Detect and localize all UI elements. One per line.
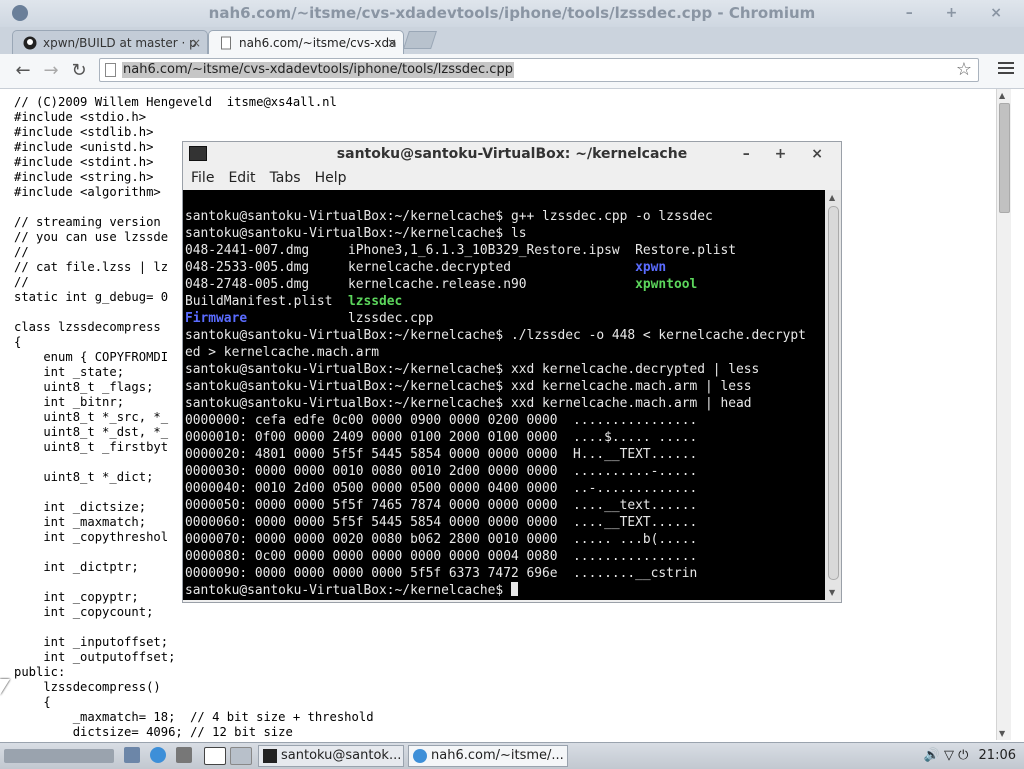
back-arrow-icon[interactable]: ←: [12, 60, 34, 82]
menu-tabs[interactable]: Tabs: [270, 166, 301, 190]
code-line: int _state;: [14, 365, 125, 379]
scroll-up-arrow-icon[interactable]: ▲: [999, 91, 1005, 100]
code-line: int _bitnr;: [14, 395, 125, 409]
code-line: int _inputoffset;: [14, 635, 169, 649]
tab-close-icon[interactable]: ×: [191, 31, 201, 54]
tab-close-icon[interactable]: ×: [387, 31, 397, 54]
start-menu-icon[interactable]: [4, 749, 114, 763]
terminal-menubar: File Edit Tabs Help: [183, 166, 841, 190]
code-line: int _dictsize;: [14, 500, 147, 514]
chromium-icon: [413, 749, 427, 763]
settings-icon[interactable]: [176, 747, 192, 763]
terminal-scrollbar[interactable]: ▲ ▼: [825, 190, 841, 600]
code-line: {: [14, 335, 22, 349]
code-line: uint8_t _flags;: [14, 380, 154, 394]
code-line: lzssdecompress(): [14, 680, 161, 694]
code-line: dictsize= 4096; // 12 bit size: [14, 725, 293, 739]
terminal-icon: [189, 146, 207, 161]
tab-lzssdec[interactable]: nah6.com/~itsme/cvs-xda ×: [208, 30, 404, 54]
browser-window-title: nah6.com/~itsme/cvs-xdadevtools/iphone/t…: [208, 4, 816, 22]
browser-toolbar: ← → ↻ nah6.com/~itsme/cvs-xdadevtools/ip…: [0, 54, 1024, 89]
code-line: int _copythreshol: [14, 530, 169, 544]
code-line: static int g_debug= 0: [14, 290, 169, 304]
system-tray: 🔊 ▽ ⏻ 21:06: [924, 743, 1016, 769]
code-line: #include <stdio.h>: [14, 110, 147, 124]
terminal-titlebar: santoku@santoku-VirtualBox: ~/kernelcach…: [183, 142, 841, 166]
files-icon[interactable]: [124, 747, 140, 763]
mouse-cursor: [0, 679, 10, 695]
terminal-title: santoku@santoku-VirtualBox: ~/kernelcach…: [336, 146, 688, 162]
task-browser[interactable]: nah6.com/~itsme/...: [408, 745, 568, 767]
browser-titlebar: nah6.com/~itsme/cvs-xdadevtools/iphone/t…: [0, 0, 1024, 27]
code-line: #include <stdlib.h>: [14, 125, 154, 139]
github-icon: [23, 36, 37, 50]
code-line: //: [14, 245, 29, 259]
scroll-thumb[interactable]: [999, 103, 1010, 213]
code-line: int _copyptr;: [14, 590, 139, 604]
tab-label: nah6.com/~itsme/cvs-xda: [239, 36, 397, 50]
code-line: uint8_t *_src, *_: [14, 410, 169, 424]
tray-icons[interactable]: 🔊 ▽ ⏻: [924, 748, 969, 763]
menu-help[interactable]: Help: [315, 166, 347, 190]
code-line: enum { COPYFROMDI: [14, 350, 169, 364]
code-line: // streaming version: [14, 215, 161, 229]
browser-launcher-icon[interactable]: [150, 747, 166, 763]
terminal-window-controls[interactable]: – + ×: [743, 142, 833, 166]
tab-xpwn-build[interactable]: xpwn/BUILD at master · p ×: [12, 30, 208, 54]
page-scrollbar[interactable]: ▲ ▼: [996, 89, 1011, 740]
code-line: // you can use lzssde: [14, 230, 169, 244]
code-line: class lzssdecompress: [14, 320, 161, 334]
desktop-icon[interactable]: [230, 747, 252, 765]
scroll-up-arrow-icon[interactable]: ▲: [829, 193, 835, 202]
browser-window-controls[interactable]: – + ×: [906, 0, 1016, 27]
terminal-output: santoku@santoku-VirtualBox:~/kernelcache…: [185, 209, 806, 598]
address-bar[interactable]: nah6.com/~itsme/cvs-xdadevtools/iphone/t…: [99, 58, 979, 82]
code-line: int _copycount;: [14, 605, 154, 619]
code-line: int _outputoffset;: [14, 650, 176, 664]
code-line: {: [14, 695, 51, 709]
code-line: _maxmatch= 18; // 4 bit size + threshold: [14, 710, 374, 724]
desktop-icon[interactable]: [204, 747, 226, 765]
menu-file[interactable]: File: [191, 166, 214, 190]
code-line: #include <string.h>: [14, 170, 154, 184]
terminal-scroll-thumb[interactable]: [828, 206, 839, 580]
hamburger-menu-icon[interactable]: [998, 62, 1014, 76]
code-line: uint8_t *_dict;: [14, 470, 154, 484]
code-line: int _dictptr;: [14, 560, 139, 574]
code-line: //: [14, 275, 29, 289]
code-line: uint8_t *_dst, *_: [14, 425, 169, 439]
taskbar: santoku@santok... nah6.com/~itsme/... 🔊 …: [0, 742, 1024, 769]
code-line: // (C)2009 Willem Hengeveld itsme@xs4all…: [14, 95, 337, 109]
new-tab-button[interactable]: [403, 31, 437, 49]
terminal-screen[interactable]: santoku@santoku-VirtualBox:~/kernelcache…: [183, 190, 825, 600]
code-line: uint8_t _firstbyt: [14, 440, 169, 454]
page-icon: [221, 36, 231, 50]
reload-icon[interactable]: ↻: [68, 60, 90, 82]
code-line: #include <stdint.h>: [14, 155, 154, 169]
code-line: #include <algorithm>: [14, 185, 161, 199]
tab-strip: xpwn/BUILD at master · p × nah6.com/~its…: [0, 27, 1024, 54]
task-terminal[interactable]: santoku@santok...: [258, 745, 404, 767]
scroll-down-arrow-icon[interactable]: ▼: [999, 729, 1005, 738]
code-line: int _maxmatch;: [14, 515, 147, 529]
page-icon: [105, 63, 116, 77]
forward-arrow-icon[interactable]: →: [40, 60, 62, 82]
terminal-icon: [263, 749, 277, 763]
address-url[interactable]: nah6.com/~itsme/cvs-xdadevtools/iphone/t…: [122, 62, 514, 78]
scroll-down-arrow-icon[interactable]: ▼: [829, 588, 835, 597]
chromium-icon: [12, 5, 28, 21]
terminal-window[interactable]: santoku@santoku-VirtualBox: ~/kernelcach…: [182, 141, 842, 603]
bookmark-star-icon[interactable]: ☆: [956, 59, 972, 81]
code-line: #include <unistd.h>: [14, 140, 154, 154]
code-line: // cat file.lzss | lz: [14, 260, 169, 274]
menu-edit[interactable]: Edit: [228, 166, 255, 190]
code-line: public:: [14, 665, 66, 679]
clock: 21:06: [978, 748, 1016, 763]
terminal-cursor: [510, 582, 518, 596]
tab-label: xpwn/BUILD at master · p: [43, 36, 197, 50]
